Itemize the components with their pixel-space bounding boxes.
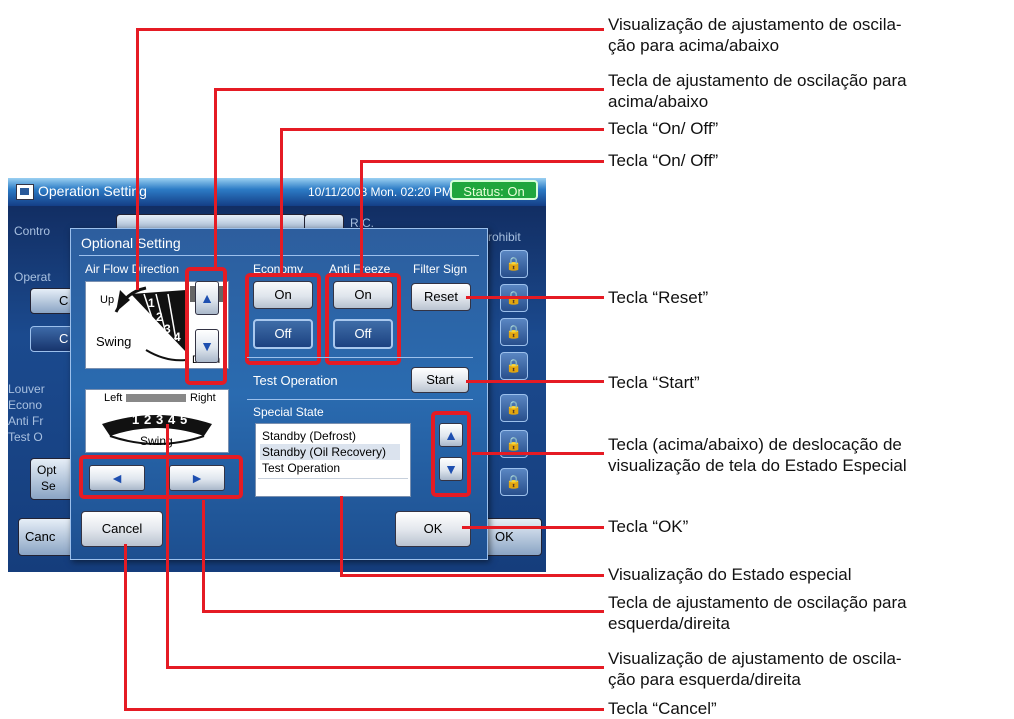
swing-right-button[interactable]: ► bbox=[169, 465, 225, 491]
callout-line bbox=[340, 574, 604, 577]
control-label: Contro bbox=[14, 224, 51, 238]
screen-title: Operation Setting bbox=[38, 183, 147, 199]
callout-leftright-display: Visualização de ajustamento de oscila- ç… bbox=[608, 649, 902, 689]
title-bar: Operation Setting 10/11/2008 Mon. 02:20 … bbox=[8, 178, 546, 206]
special-state-item: Test Operation bbox=[262, 461, 341, 475]
dialog-title: Optional Setting bbox=[81, 235, 181, 251]
opt-label: Opt bbox=[37, 463, 57, 477]
callout-updown-display: Visualização de ajustamento de oscila- ç… bbox=[608, 15, 902, 55]
special-state-scroll-up-button[interactable]: ▲ bbox=[439, 423, 463, 447]
callout-line bbox=[136, 28, 139, 290]
lock-icon[interactable]: 🔒 bbox=[500, 250, 528, 278]
callout-line bbox=[214, 88, 217, 268]
callout-line bbox=[466, 296, 604, 299]
list-divider bbox=[258, 478, 408, 479]
airflow-direction-label: Air Flow Direction bbox=[85, 262, 180, 276]
callout-line bbox=[360, 160, 604, 163]
test-operation-label: Test Operation bbox=[253, 373, 338, 388]
callout-leftright-key: Tecla de ajustamento de oscilação para e… bbox=[608, 593, 907, 633]
callout-line bbox=[466, 380, 604, 383]
se-label: Se bbox=[41, 479, 56, 493]
cancel-button[interactable]: Cancel bbox=[81, 511, 163, 547]
swing-label-updown: Swing bbox=[96, 334, 132, 349]
lock-icon[interactable]: 🔒 bbox=[500, 352, 528, 380]
ud-step-4: 4 bbox=[174, 330, 181, 344]
callout-line bbox=[280, 128, 604, 131]
swing-down-button[interactable]: ▼ bbox=[195, 329, 219, 363]
optional-setting-dialog: Optional Setting Air Flow Direction Econ… bbox=[70, 228, 488, 560]
economy-off-button[interactable]: Off bbox=[253, 319, 313, 349]
callout-line bbox=[472, 452, 604, 455]
test-operation-label-bg: Test O bbox=[8, 430, 43, 444]
callout-line bbox=[280, 128, 283, 274]
callout-start: Tecla “Start” bbox=[608, 373, 700, 392]
reset-button[interactable]: Reset bbox=[411, 283, 471, 311]
lr-step-2: 2 bbox=[144, 412, 152, 427]
callout-line bbox=[202, 500, 205, 612]
operation-label: Operat bbox=[14, 270, 51, 284]
divider-2 bbox=[247, 399, 473, 400]
window-icon bbox=[16, 184, 34, 200]
antifreeze-on-button[interactable]: On bbox=[333, 281, 393, 309]
up-label: Up bbox=[100, 294, 115, 306]
ud-step-1: 1 bbox=[148, 296, 155, 310]
callout-economy-onoff: Tecla “On/ Off” bbox=[608, 119, 719, 138]
ud-step-3: 3 bbox=[164, 322, 171, 336]
special-state-item: Standby (Defrost) bbox=[262, 429, 357, 443]
swing-up-button[interactable]: ▲ bbox=[195, 281, 219, 315]
callout-line bbox=[124, 708, 604, 711]
callout-line bbox=[202, 610, 604, 613]
lr-step-1: 1 bbox=[132, 412, 140, 427]
special-state-scroll-down-button[interactable]: ▼ bbox=[439, 457, 463, 481]
callout-reset: Tecla “Reset” bbox=[608, 288, 709, 307]
louver-label: Louver bbox=[8, 382, 45, 396]
ud-step-2: 2 bbox=[156, 310, 163, 324]
special-state-item: Standby (Oil Recovery) bbox=[260, 444, 400, 460]
callout-cancel: Tecla “Cancel” bbox=[608, 699, 717, 718]
left-label: Left bbox=[104, 392, 123, 404]
economy-label-bg: Econo bbox=[8, 398, 43, 412]
lr-step-3: 3 bbox=[156, 412, 164, 427]
callout-line bbox=[214, 88, 604, 91]
special-state-list: Standby (Defrost) Standby (Oil Recovery)… bbox=[255, 423, 411, 497]
antifreeze-off-button[interactable]: Off bbox=[333, 319, 393, 349]
lock-icon[interactable]: 🔒 bbox=[500, 318, 528, 346]
callout-line bbox=[136, 28, 604, 31]
divider-1 bbox=[247, 357, 473, 358]
callout-ok: Tecla “OK” bbox=[608, 517, 689, 536]
economy-on-button[interactable]: On bbox=[253, 281, 313, 309]
swing-left-button[interactable]: ◄ bbox=[89, 465, 145, 491]
prohibit-label: rohibit bbox=[488, 230, 521, 244]
callout-line bbox=[166, 666, 604, 669]
callout-special-state-display: Visualização do Estado especial bbox=[608, 565, 852, 584]
filter-sign-label: Filter Sign bbox=[413, 262, 468, 276]
callout-line bbox=[166, 424, 169, 668]
antifreeze-label-bg: Anti Fr bbox=[8, 414, 44, 428]
special-state-label: Special State bbox=[253, 405, 324, 419]
title-divider bbox=[79, 255, 479, 256]
lr-step-5: 5 bbox=[180, 412, 188, 427]
ok-button[interactable]: OK bbox=[395, 511, 471, 547]
date-time: 10/11/2008 Mon. 02:20 PM bbox=[308, 185, 452, 199]
callout-line bbox=[340, 496, 343, 576]
status-badge: Status: On bbox=[450, 180, 538, 200]
callout-line bbox=[124, 544, 127, 710]
lr-step-4: 4 bbox=[168, 412, 176, 427]
leftright-swing-display: Left Right 1 2 3 4 5 Swing bbox=[85, 389, 229, 453]
start-button[interactable]: Start bbox=[411, 367, 469, 393]
right-label: Right bbox=[190, 392, 216, 404]
callout-antifreeze-onoff: Tecla “On/ Off” bbox=[608, 151, 719, 170]
callout-line bbox=[360, 160, 363, 274]
lock-icon[interactable]: 🔒 bbox=[500, 468, 528, 496]
callout-special-state-scroll: Tecla (acima/abaixo) de deslocação de vi… bbox=[608, 435, 907, 475]
lock-icon[interactable]: 🔒 bbox=[500, 394, 528, 422]
callout-updown-key: Tecla de ajustamento de oscilação para a… bbox=[608, 71, 907, 111]
callout-line bbox=[462, 526, 604, 529]
